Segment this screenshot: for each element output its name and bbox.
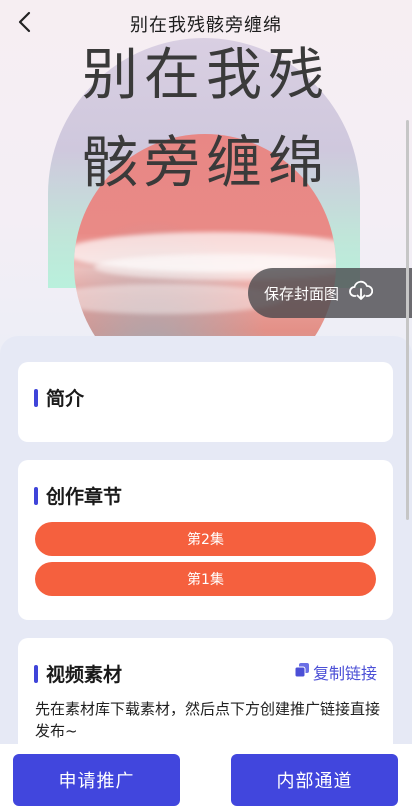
heading-accent-bar (34, 486, 38, 505)
chapters-title: 创作章节 (46, 486, 123, 508)
chevron-left-icon (17, 11, 31, 37)
intro-card: 简介 (18, 362, 393, 442)
bottom-action-bar: 申请推广 内部通道 (0, 744, 412, 808)
apply-promotion-button[interactable]: 申请推广 (13, 754, 180, 806)
internal-channel-button[interactable]: 内部通道 (231, 754, 398, 806)
top-bar: 别在我残骸旁缠绵 (0, 0, 412, 48)
content-sheet: 简介 创作章节 第2集 第1集 视频素材 复制链接 先在素材库下载素材，然后点下… (0, 336, 412, 808)
copy-link-button[interactable]: 复制链接 (294, 660, 377, 684)
video-title: 视频素材 (46, 664, 123, 686)
scrollbar[interactable] (406, 120, 409, 520)
cover-title-line2: 骸旁缠绵 (82, 131, 330, 196)
intro-title: 简介 (46, 388, 85, 410)
back-button[interactable] (6, 6, 42, 42)
copy-link-label: 复制链接 (312, 664, 377, 683)
heading-accent-bar (34, 388, 38, 407)
save-cover-button[interactable]: 保存封面图 (248, 268, 412, 318)
video-heading: 视频素材 (34, 660, 122, 687)
cloud-download-icon (349, 280, 374, 306)
intro-heading: 简介 (34, 384, 84, 411)
video-description: 先在素材库下载素材，然后点下方创建推广链接直接发布~ (35, 700, 381, 740)
heading-accent-bar (34, 664, 38, 683)
page-title: 别在我残骸旁缠绵 (130, 15, 282, 36)
chapters-card: 创作章节 第2集 第1集 (18, 460, 393, 620)
copy-icon (294, 662, 310, 682)
page: 别在我残 骸旁缠绵 保存封面图 别在我残骸旁缠绵 简介 创作章节 第2集 第1集… (0, 0, 412, 808)
cover-image: 别在我残 骸旁缠绵 保存封面图 (0, 0, 412, 360)
chapter-button[interactable]: 第1集 (35, 562, 376, 596)
chapters-heading: 创作章节 (34, 482, 122, 509)
save-cover-label: 保存封面图 (264, 284, 340, 303)
chapter-button[interactable]: 第2集 (35, 522, 376, 556)
